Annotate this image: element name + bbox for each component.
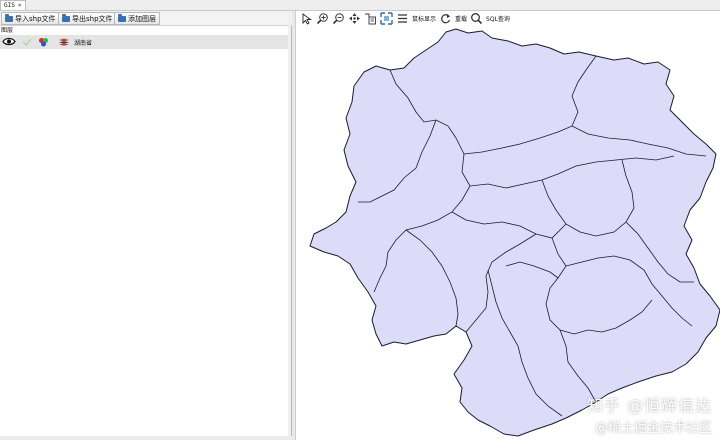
import-shp-button[interactable]: 导入shp文件 xyxy=(1,12,60,25)
watermark: 知乎 @恒辉信达 @稀土掘金技术社区 xyxy=(587,392,712,436)
sql-query-label[interactable]: SQL查询 xyxy=(486,14,510,23)
layer-toolbar: 导入shp文件 导出shp文件 添加图层 xyxy=(0,11,292,26)
tab-close-icon[interactable]: × xyxy=(18,2,22,9)
import-shp-label: 导入shp文件 xyxy=(15,14,56,23)
folder-icon xyxy=(118,13,126,22)
map-toolbar: 鼠标显示 重载 SQL查询 xyxy=(296,11,720,26)
document-tab-bar: GIS × xyxy=(0,0,720,11)
folder-icon xyxy=(62,13,70,22)
watermark-zhihu: 知乎 @恒辉信达 xyxy=(586,396,712,415)
export-shp-button[interactable]: 导出shp文件 xyxy=(58,12,117,25)
eye-icon[interactable] xyxy=(2,37,16,46)
add-layer-label: 添加图层 xyxy=(128,14,156,23)
search-icon[interactable] xyxy=(470,12,483,25)
add-layer-button[interactable]: 添加图层 xyxy=(114,12,160,25)
map-canvas[interactable] xyxy=(296,26,720,440)
tab-gis-label: GIS xyxy=(4,2,15,9)
zoom-in-icon[interactable] xyxy=(316,12,329,25)
reset-label[interactable]: 重载 xyxy=(455,14,467,23)
polygon-layer-icon xyxy=(59,38,69,46)
folder-icon xyxy=(5,13,13,22)
pan-icon[interactable] xyxy=(348,12,361,25)
layer-name: 湖南省 xyxy=(74,40,93,47)
list-icon[interactable] xyxy=(396,12,409,25)
export-shp-label: 导出shp文件 xyxy=(72,14,113,23)
layers-heading: 图层 xyxy=(1,27,14,34)
layer-panel-scrollbar[interactable] xyxy=(288,11,291,440)
layer-row[interactable]: 湖南省 xyxy=(0,35,290,49)
refresh-icon[interactable] xyxy=(439,12,452,25)
hover-display-label[interactable]: 鼠标显示 xyxy=(412,14,436,23)
province-outline xyxy=(309,28,720,437)
horizontal-scrollbar[interactable] xyxy=(0,436,292,440)
full-extent-icon[interactable] xyxy=(380,12,393,25)
tab-gis[interactable]: GIS × xyxy=(0,0,26,10)
watermark-juejin: @稀土掘金技术社区 xyxy=(594,421,712,436)
color-icon[interactable] xyxy=(38,37,49,47)
zoom-out-icon[interactable] xyxy=(332,12,345,25)
checkmark-icon[interactable] xyxy=(22,38,32,46)
hunan-province-map[interactable] xyxy=(309,28,720,437)
layer-panel: 导入shp文件 导出shp文件 添加图层 图层 湖南省 xyxy=(0,11,292,440)
clear-selection-icon[interactable] xyxy=(364,12,377,25)
pointer-icon[interactable] xyxy=(300,12,313,25)
